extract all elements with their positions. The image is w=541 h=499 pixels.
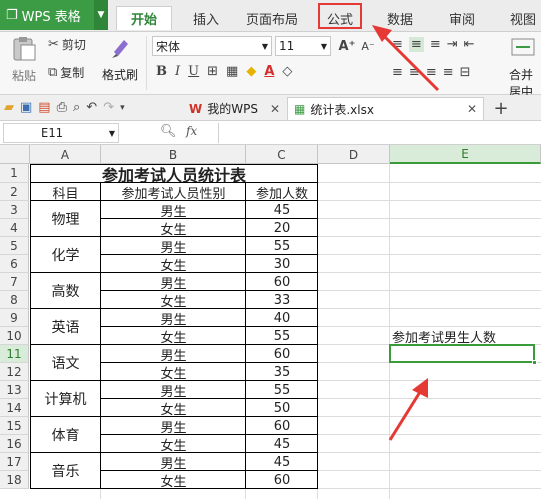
arrow-to-cell-e11	[388, 378, 428, 441]
arrow-to-formula-tab	[372, 25, 440, 92]
annotation-arrows	[372, 25, 440, 441]
